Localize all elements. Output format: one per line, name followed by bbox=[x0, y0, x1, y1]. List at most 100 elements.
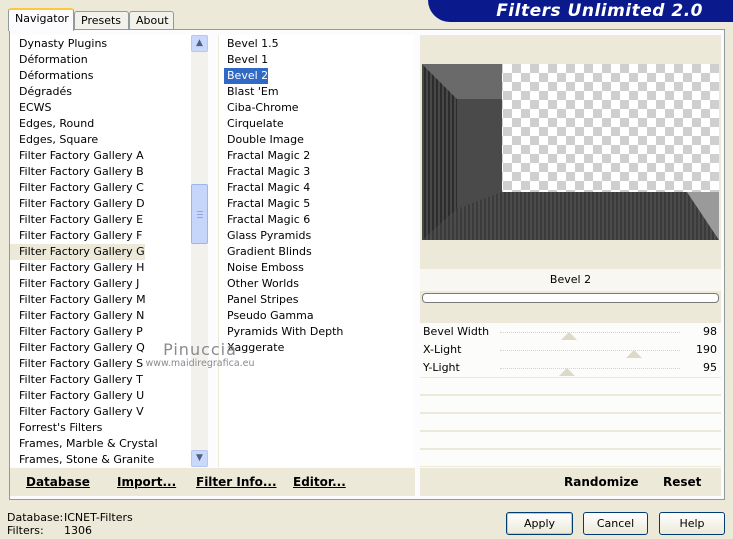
filters-count-label: Filters: bbox=[7, 524, 44, 537]
category-item[interactable]: Filter Factory Gallery B bbox=[10, 164, 144, 180]
filter-item[interactable]: Fractal Magic 4 bbox=[219, 180, 310, 196]
empty-control-row bbox=[420, 378, 721, 394]
filter-name-label: Bevel 2 bbox=[420, 269, 721, 291]
slider-thumb[interactable] bbox=[561, 332, 578, 340]
category-item[interactable]: Filter Factory Gallery A bbox=[10, 148, 144, 164]
slider-thumb[interactable] bbox=[626, 350, 643, 358]
category-scrollbar[interactable]: ▲ ▼ bbox=[191, 35, 208, 467]
filter-item[interactable]: Blast 'Em bbox=[219, 84, 279, 100]
tab-presets[interactable]: Presets bbox=[74, 11, 129, 31]
slider-value: 98 bbox=[703, 325, 717, 338]
empty-control-row bbox=[420, 450, 721, 466]
filter-item[interactable]: Fractal Magic 3 bbox=[219, 164, 310, 180]
category-item[interactable]: Filter Factory Gallery T bbox=[10, 372, 143, 388]
cancel-button[interactable]: Cancel bbox=[583, 512, 648, 535]
database-button[interactable]: Database bbox=[26, 475, 90, 489]
settings-action-bar: Randomize Reset bbox=[420, 468, 721, 496]
category-item[interactable]: Filter Factory Gallery J bbox=[10, 276, 139, 292]
filter-item[interactable]: Other Worlds bbox=[219, 276, 299, 292]
watermark-name: Pinuccia bbox=[163, 340, 237, 359]
slider-value: 190 bbox=[696, 343, 717, 356]
progress-bar bbox=[422, 293, 719, 303]
settings-panel: Bevel 2 Bevel Width 98 X-Light 190 Y-Lig… bbox=[420, 35, 721, 467]
filter-item[interactable]: Ciba-Chrome bbox=[219, 100, 299, 116]
slider-label: X-Light bbox=[423, 343, 462, 356]
category-item[interactable]: ECWS bbox=[10, 100, 52, 116]
slider-y-light[interactable]: Y-Light 95 bbox=[420, 359, 721, 377]
filter-item[interactable]: Cirquelate bbox=[219, 116, 284, 132]
category-list[interactable]: Dynasty Plugins Déformation Déformations Dé… bbox=[10, 35, 208, 467]
category-item[interactable]: Filter Factory Gallery D bbox=[10, 196, 145, 212]
filter-item[interactable]: Bevel 1.5 bbox=[219, 36, 279, 52]
watermark-url: www.maidiregrafica.eu bbox=[145, 358, 255, 369]
editor-button[interactable]: Editor... bbox=[293, 475, 346, 489]
apply-button[interactable]: Apply bbox=[506, 512, 573, 535]
filter-item[interactable]: Panel Stripes bbox=[219, 292, 299, 308]
tab-about[interactable]: About bbox=[129, 11, 174, 31]
category-item[interactable]: Filter Factory Gallery H bbox=[10, 260, 144, 276]
filter-item[interactable]: Fractal Magic 6 bbox=[219, 212, 310, 228]
slider-track[interactable] bbox=[500, 350, 680, 351]
filters-count-value: 1306 bbox=[64, 524, 92, 537]
category-item[interactable]: Déformations bbox=[10, 68, 93, 84]
reset-button[interactable]: Reset bbox=[663, 475, 701, 489]
preview-image bbox=[422, 64, 719, 240]
category-item[interactable]: Frames, Stone & Granite bbox=[10, 452, 154, 467]
filter-item[interactable]: Bevel 1 bbox=[219, 52, 268, 68]
category-item[interactable]: Filter Factory Gallery V bbox=[10, 404, 144, 420]
filter-preview bbox=[422, 64, 719, 240]
category-item[interactable]: Filter Factory Gallery C bbox=[10, 180, 144, 196]
database-value: ICNET-Filters bbox=[64, 511, 133, 524]
category-item[interactable]: Filter Factory Gallery U bbox=[10, 388, 144, 404]
filter-item[interactable]: Gradient Blinds bbox=[219, 244, 312, 260]
category-item[interactable]: Frames, Marble & Crystal bbox=[10, 436, 158, 452]
category-item[interactable]: Filter Factory Gallery E bbox=[10, 212, 143, 228]
empty-control-row bbox=[420, 414, 721, 430]
import-button[interactable]: Import... bbox=[117, 475, 176, 489]
filter-item[interactable]: Glass Pyramids bbox=[219, 228, 311, 244]
filter-item[interactable]: Fractal Magic 5 bbox=[219, 196, 310, 212]
category-item[interactable]: Forrest's Filters bbox=[10, 420, 102, 436]
tab-navigator[interactable]: Navigator bbox=[8, 8, 74, 31]
watermark: Pinuccia www.maidiregrafica.eu bbox=[100, 340, 300, 369]
category-item[interactable]: Edges, Round bbox=[10, 116, 94, 132]
randomize-button[interactable]: Randomize bbox=[564, 475, 638, 489]
category-item[interactable]: Filter Factory Gallery N bbox=[10, 308, 144, 324]
database-label: Database: bbox=[7, 511, 64, 524]
category-item[interactable]: Filter Factory Gallery G bbox=[10, 244, 145, 260]
category-item[interactable]: Filter Factory Gallery M bbox=[10, 292, 146, 308]
scroll-up-button[interactable]: ▲ bbox=[191, 35, 208, 52]
category-item[interactable]: Filter Factory Gallery P bbox=[10, 324, 143, 340]
list-action-bar: Database Import... Filter Info... Editor… bbox=[10, 468, 415, 496]
filter-info-button[interactable]: Filter Info... bbox=[196, 475, 277, 489]
scroll-thumb[interactable] bbox=[191, 184, 208, 244]
filter-item[interactable]: Fractal Magic 2 bbox=[219, 148, 310, 164]
filter-list[interactable]: Bevel 1.5 Bevel 1 Bevel 2 Blast 'Em Ciba-Chr… bbox=[218, 35, 414, 467]
title-banner: Filters Unlimited 2.0 bbox=[428, 0, 733, 22]
slider-track[interactable] bbox=[500, 368, 680, 369]
filter-item[interactable]: Pyramids With Depth bbox=[219, 324, 343, 340]
grip-icon bbox=[197, 211, 203, 218]
status-info: Database: ICNET-Filters Filters: 1306 bbox=[7, 511, 133, 537]
slider-track[interactable] bbox=[500, 332, 680, 333]
slider-x-light[interactable]: X-Light 190 bbox=[420, 341, 721, 359]
category-item[interactable]: Dynasty Plugins bbox=[10, 36, 107, 52]
category-item[interactable]: Déformation bbox=[10, 52, 88, 68]
empty-control-row bbox=[420, 396, 721, 412]
slider-bevel-width[interactable]: Bevel Width 98 bbox=[420, 323, 721, 341]
slider-value: 95 bbox=[703, 361, 717, 374]
slider-label: Y-Light bbox=[423, 361, 460, 374]
filter-item[interactable]: Pseudo Gamma bbox=[219, 308, 314, 324]
category-item[interactable]: Edges, Square bbox=[10, 132, 98, 148]
filter-item[interactable]: Bevel 2 bbox=[224, 68, 269, 84]
empty-control-row bbox=[420, 432, 721, 448]
banner-title: Filters Unlimited 2.0 bbox=[496, 1, 703, 21]
scroll-down-button[interactable]: ▼ bbox=[191, 450, 208, 467]
slider-label: Bevel Width bbox=[423, 325, 490, 338]
help-button[interactable]: Help bbox=[659, 512, 725, 535]
category-item[interactable]: Filter Factory Gallery F bbox=[10, 228, 142, 244]
slider-thumb[interactable] bbox=[559, 368, 576, 376]
filter-item[interactable]: Double Image bbox=[219, 132, 304, 148]
category-item[interactable]: Dégradés bbox=[10, 84, 72, 100]
filter-item[interactable]: Noise Emboss bbox=[219, 260, 304, 276]
